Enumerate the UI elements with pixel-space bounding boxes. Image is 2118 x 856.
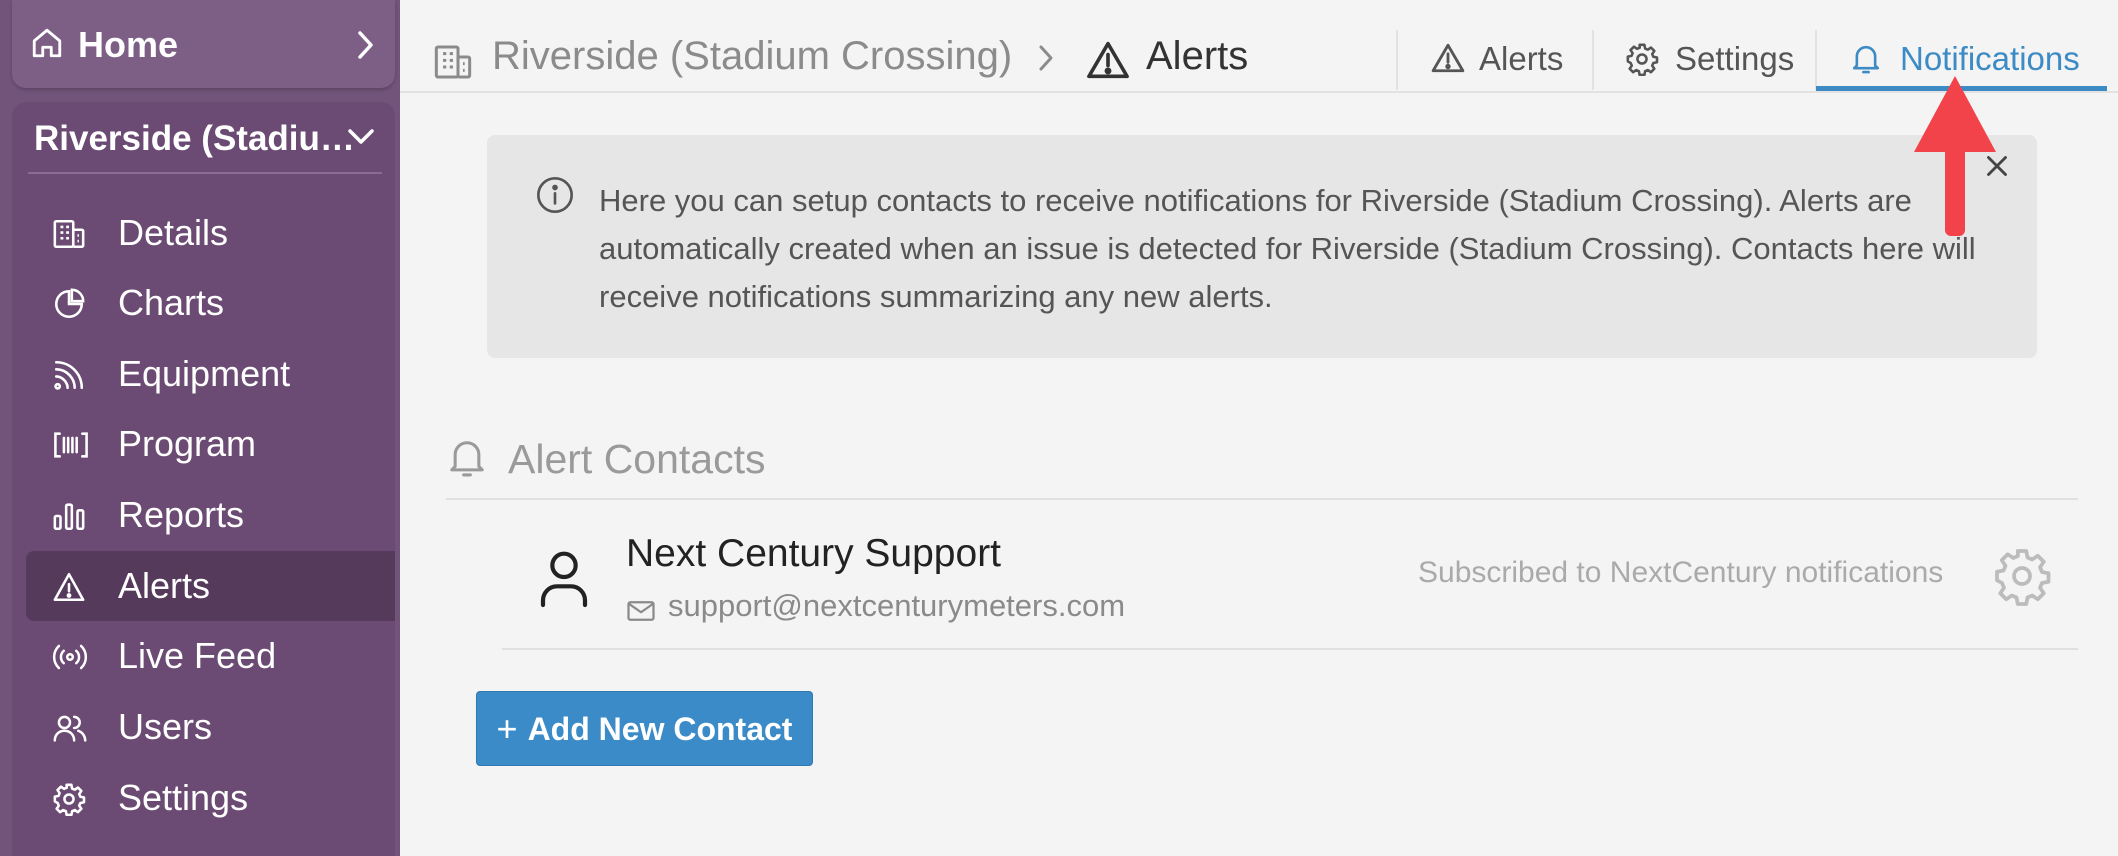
sidebar-item-alerts[interactable]: Alerts [26, 551, 395, 621]
section-title: Alert Contacts [508, 436, 766, 482]
tab-label: Notifications [1900, 40, 2080, 77]
sidebar-item-equipment[interactable]: Equipment [26, 339, 395, 409]
add-new-contact-button[interactable]: + Add New Contact [476, 691, 813, 766]
tab-alerts[interactable]: Alerts [1431, 28, 1601, 90]
chevron-down-icon [346, 126, 376, 148]
contact-email[interactable]: support@nextcenturymeters.com [668, 590, 1125, 621]
subscription-status: Subscribed to NextCentury notifications [1418, 556, 1944, 589]
signal-icon [52, 358, 86, 392]
contact-name: Next Century Support [626, 532, 1002, 575]
gear-icon [52, 782, 86, 816]
red-arrow-annotation [1914, 76, 1996, 238]
breadcrumb-site[interactable]: Riverside (Stadium Crossing) [492, 36, 1012, 76]
home-nav[interactable]: Home [12, 0, 395, 88]
tab-separator [1396, 30, 1398, 90]
sidebar-item-charts[interactable]: Charts [26, 268, 395, 338]
home-label: Home [78, 24, 179, 65]
site-divider [28, 172, 382, 174]
site-name: Riverside (Stadiu… [34, 119, 355, 158]
building-icon [52, 217, 86, 251]
chevron-right-icon [352, 30, 378, 60]
home-icon [30, 26, 64, 60]
info-icon [535, 175, 575, 215]
sidebar-item-program[interactable]: Program [26, 409, 395, 479]
building-icon [432, 42, 474, 82]
sidebar-item-users[interactable]: Users [26, 692, 395, 762]
breadcrumb-current: Alerts [1146, 34, 1249, 78]
sidebar: Home Riverside (Stadiu… Details Charts E… [0, 0, 400, 856]
sidebar-item-label: Users [118, 706, 213, 747]
broadcast-icon [52, 640, 88, 674]
sidebar-item-label: Charts [118, 282, 225, 323]
warning-icon [1431, 42, 1465, 74]
top-bar: Riverside (Stadium Crossing) Alerts Aler… [400, 0, 2118, 93]
sidebar-item-label: Alerts [118, 565, 211, 606]
gear-icon [1625, 42, 1659, 76]
pie-chart-icon [52, 287, 86, 321]
sidebar-item-label: Reports [118, 494, 245, 535]
sidebar-item-details[interactable]: Details [26, 198, 395, 268]
tab-label: Alerts [1479, 40, 1564, 77]
info-text: Here you can setup contacts to receive n… [599, 183, 1976, 314]
sidebar-item-label: Settings [118, 777, 249, 818]
sidebar-item-label: Program [118, 423, 257, 464]
plus-icon: + [496, 707, 518, 749]
tab-separator [1815, 30, 1817, 90]
site-selector[interactable]: Riverside (Stadiu… [12, 102, 395, 174]
person-icon [536, 546, 592, 608]
sidebar-item-label: Details [118, 212, 229, 253]
warning-icon [52, 570, 86, 604]
warning-icon [1086, 40, 1130, 80]
sidebar-item-settings[interactable]: Settings [26, 763, 395, 833]
sidebar-item-label: Live Feed [118, 635, 277, 676]
tab-settings[interactable]: Settings [1625, 28, 1815, 90]
bar-chart-icon [52, 499, 86, 533]
tab-separator [1592, 30, 1594, 90]
bell-icon [446, 436, 488, 480]
barcode-icon [52, 428, 88, 462]
sidebar-item-reports[interactable]: Reports [26, 480, 395, 550]
tab-label: Settings [1675, 40, 1795, 77]
gear-icon[interactable] [1992, 546, 2052, 606]
users-icon [52, 711, 87, 745]
info-banner: Here you can setup contacts to receive n… [487, 135, 2037, 358]
contact-row: Next Century Support support@nextcentury… [502, 502, 2078, 650]
sidebar-item-live-feed[interactable]: Live Feed [26, 621, 395, 691]
section-divider [446, 498, 2078, 500]
mail-icon [626, 598, 656, 624]
bell-icon [1850, 42, 1882, 76]
chevron-right-icon [1036, 44, 1056, 72]
sidebar-item-label: Equipment [118, 353, 291, 394]
add-button-label: Add New Contact [527, 710, 793, 747]
